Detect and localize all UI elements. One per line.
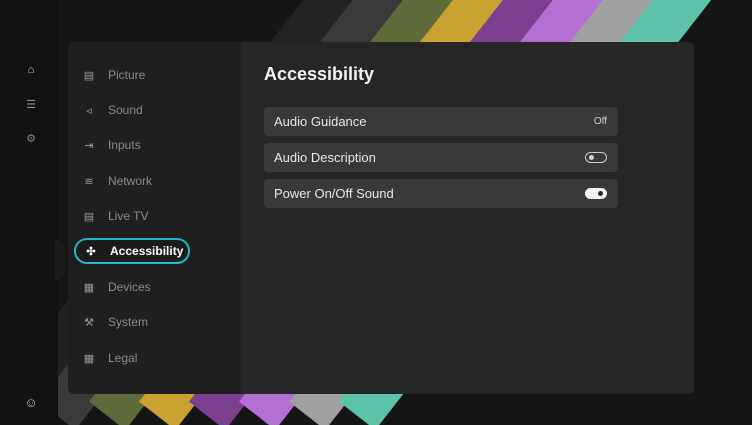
sidebar-item-sound[interactable]: ◃ Sound <box>74 97 186 123</box>
sidebar-item-label: Sound <box>108 103 143 117</box>
devices-icon: ▦ <box>83 281 95 294</box>
input-icon: ⇥ <box>84 139 94 152</box>
settings-icon[interactable]: ⚙ <box>24 132 38 146</box>
sidebar-item-picture[interactable]: ▤ Picture <box>74 62 186 88</box>
sidebar-item-legal[interactable]: ▦ Legal <box>74 345 186 371</box>
setting-audio-guidance[interactable]: Audio Guidance Off <box>264 107 618 136</box>
picture-icon: ▤ <box>83 69 95 82</box>
sidebar-item-label: Network <box>108 174 153 188</box>
sidebar-item-label: Legal <box>108 351 138 365</box>
home-icon[interactable]: ⌂ <box>24 63 38 77</box>
setting-label: Power On/Off Sound <box>274 186 394 201</box>
assistant-icon[interactable]: ☺ <box>24 396 38 410</box>
settings-panel: ▤ Picture ◃ Sound ⇥ Inputs ≋ Network ▤ L… <box>68 42 694 394</box>
setting-audio-description[interactable]: Audio Description <box>264 143 618 172</box>
sidebar-item-accessibility[interactable]: ✣ Accessibility <box>74 238 190 264</box>
sidebar-item-live-tv[interactable]: ▤ Live TV <box>74 203 186 229</box>
sidebar-item-label: Accessibility <box>110 244 184 258</box>
setting-label: Audio Guidance <box>274 114 367 129</box>
page-title: Accessibility <box>264 64 375 84</box>
document-icon: ▦ <box>83 352 95 365</box>
sidebar-item-network[interactable]: ≋ Network <box>74 168 186 194</box>
settings-sidebar: ▤ Picture ◃ Sound ⇥ Inputs ≋ Network ▤ L… <box>68 42 241 394</box>
sidebar-item-label: Inputs <box>108 138 141 152</box>
list-icon[interactable]: ☰ <box>24 98 38 112</box>
sidebar-item-inputs[interactable]: ⇥ Inputs <box>74 132 186 158</box>
sidebar-item-label: Picture <box>108 68 146 82</box>
sidebar-item-devices[interactable]: ▦ Devices <box>74 274 186 300</box>
accessibility-icon: ✣ <box>86 245 96 258</box>
tv-guide-icon: ▤ <box>83 210 95 223</box>
wrench-icon: ⚒ <box>84 316 94 329</box>
audio-description-toggle[interactable] <box>585 152 607 163</box>
setting-value: Off <box>593 116 607 127</box>
sidebar-item-label: Devices <box>108 280 151 294</box>
wifi-icon: ≋ <box>84 175 94 188</box>
sidebar-item-label: Live TV <box>108 209 149 223</box>
setting-power-sound[interactable]: Power On/Off Sound <box>264 179 618 208</box>
left-rail: ⌂ ☰ ⚙ ☺ <box>0 0 58 425</box>
power-sound-toggle[interactable] <box>585 188 607 199</box>
sidebar-item-label: System <box>108 315 149 329</box>
panel-left-edge <box>55 240 65 280</box>
speaker-icon: ◃ <box>86 104 92 117</box>
setting-label: Audio Description <box>274 150 376 165</box>
sidebar-item-system[interactable]: ⚒ System <box>74 309 186 335</box>
